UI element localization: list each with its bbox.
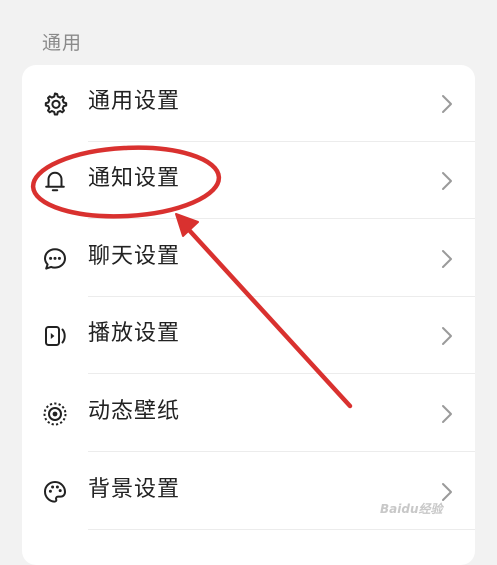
settings-item-label: 通知设置 [88,166,181,191]
settings-item-label: 背景设置 [88,477,181,502]
settings-item-live-wallpaper[interactable]: 动态壁纸 [22,375,475,452]
settings-item-general[interactable]: 通用设置 [22,65,475,142]
gear-icon [42,91,68,117]
row-divider [88,529,475,530]
settings-item-label: 聊天设置 [88,244,181,269]
section-header-general: 通用 [42,32,83,54]
bell-icon [42,168,68,194]
watermark: Baidu经验 [380,502,443,516]
settings-item-playback[interactable]: 播放设置 [22,297,475,374]
settings-item-label: 播放设置 [88,321,181,346]
row-divider [88,218,475,219]
settings-card: 通用设置 通知设置 聊天设置 播放设置 动态壁纸 背景设置 [22,65,475,565]
settings-item-notification[interactable]: 通知设置 [22,142,475,219]
chevron-right-icon [441,171,453,191]
palette-icon [42,479,68,505]
settings-item-label: 动态壁纸 [88,399,181,424]
chevron-right-icon [441,404,453,424]
settings-item-background[interactable]: 背景设置 [22,453,475,530]
chat-bubble-icon [42,246,68,272]
settings-item-chat[interactable]: 聊天设置 [22,220,475,297]
settings-item-label: 通用设置 [88,89,181,114]
play-device-icon [42,323,68,349]
row-divider [88,451,475,452]
chevron-right-icon [441,249,453,269]
chevron-right-icon [441,94,453,114]
live-wallpaper-icon [42,401,68,427]
chevron-right-icon [441,326,453,346]
chevron-right-icon [441,482,453,502]
row-divider [88,373,475,374]
